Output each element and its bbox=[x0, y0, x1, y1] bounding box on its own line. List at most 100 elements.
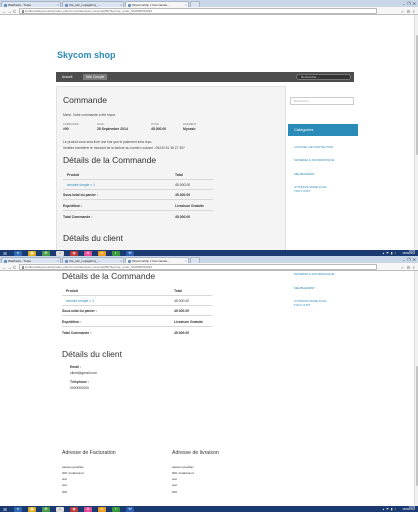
sidebar-item[interactable]: MATERIELS INFORMATIQUE bbox=[294, 158, 334, 162]
product-link[interactable]: armoire simple × 1 bbox=[67, 183, 95, 187]
col-product: Produit bbox=[66, 289, 78, 293]
app-icon[interactable]: ◉ bbox=[70, 250, 78, 256]
app-icon[interactable]: ⊛ bbox=[84, 250, 92, 256]
nav-item-mon-compte[interactable]: Mon Compte bbox=[83, 74, 108, 80]
clock[interactable]: 13:04 28/09/2014 bbox=[402, 506, 415, 512]
volume-icon[interactable]: ♪ bbox=[395, 507, 397, 511]
reload-icon[interactable]: C bbox=[13, 265, 16, 270]
browser-tabbar: WebFaza - Tutsa × Clé_sdc_mujagdtmy_... … bbox=[0, 0, 418, 7]
tray-arrow-icon[interactable]: ▴ bbox=[383, 507, 385, 511]
billing-line: sassan jonathan bbox=[62, 465, 84, 469]
taskbar: ⊞ e ▦ ⊞ ♪ ◉ ⊛ ⊙ ◐ W ▴ ⚑ ▮ ♪ 13:04 28/09/… bbox=[0, 506, 418, 512]
order-thanks: Merci. Votre commande a été reçue. bbox=[63, 113, 117, 117]
star-icon[interactable]: ☆ bbox=[400, 265, 404, 270]
tray-icons: ▴ ⚑ ▮ ♪ bbox=[383, 251, 396, 255]
phone-value: 0000000000 bbox=[70, 386, 89, 390]
url-text: localhost/skycomshop/index.php/commande/… bbox=[25, 9, 152, 14]
meta-value: 28 Septembre 2014 bbox=[97, 127, 128, 131]
chrome-icon[interactable]: ◐ bbox=[112, 506, 120, 512]
sidebar-item[interactable]: MEUBLEMENT bbox=[294, 172, 315, 176]
scrollbar[interactable] bbox=[414, 271, 418, 506]
app-icon[interactable]: ⊛ bbox=[84, 506, 92, 512]
nav-item-accueil[interactable]: Accueil bbox=[59, 74, 75, 80]
product-link[interactable]: armoire simple × 1 bbox=[66, 299, 94, 303]
extension-icon[interactable]: ⚙ bbox=[407, 265, 411, 270]
row-value: 45.000.00 bbox=[175, 193, 191, 197]
scrollbar[interactable] bbox=[414, 15, 418, 250]
divider bbox=[63, 179, 213, 180]
divider bbox=[62, 295, 212, 296]
sidebar-item[interactable]: UTITESTE MADE PLAN TOUT JUST bbox=[294, 185, 334, 193]
menu-icon[interactable]: ≡ bbox=[413, 265, 415, 270]
star-icon[interactable]: ☆ bbox=[400, 9, 404, 14]
ie-icon[interactable]: e bbox=[14, 506, 22, 512]
chrome-icon[interactable]: ◐ bbox=[112, 250, 120, 256]
firefox-icon[interactable]: ⊙ bbox=[98, 506, 106, 512]
shipping-heading: Adresse de livraison bbox=[172, 450, 219, 456]
start-icon[interactable]: ⊞ bbox=[2, 251, 8, 256]
battery-icon[interactable]: ▮ bbox=[391, 507, 393, 511]
maximize-icon[interactable]: ❐ bbox=[407, 1, 411, 6]
start-icon[interactable]: ⊞ bbox=[2, 507, 8, 512]
meta-label: DATE : bbox=[97, 123, 106, 126]
sidebar-search-input[interactable]: Recherche ... bbox=[290, 97, 354, 105]
divider bbox=[63, 210, 213, 211]
ie-icon[interactable]: e bbox=[14, 250, 22, 256]
word-icon[interactable]: W bbox=[126, 250, 134, 256]
app-icon[interactable]: ⊞ bbox=[42, 250, 50, 256]
col-total: Total bbox=[175, 173, 183, 177]
word-icon[interactable]: W bbox=[126, 506, 134, 512]
address-bar-area: ← → C localhost/skycomshop/index.php/com… bbox=[0, 263, 418, 271]
tray-arrow-icon[interactable]: ▴ bbox=[383, 251, 385, 255]
close-window-icon[interactable]: ✕ bbox=[413, 1, 416, 6]
folder-icon[interactable]: ▦ bbox=[28, 506, 36, 512]
volume-icon[interactable]: ♪ bbox=[395, 251, 397, 255]
media-icon[interactable]: ♪ bbox=[56, 506, 64, 512]
window-controls: – ❐ ✕ bbox=[403, 0, 416, 7]
back-icon[interactable]: ← bbox=[2, 9, 7, 14]
sidebar-item[interactable]: LOGICIEL DE PROTECTION bbox=[294, 145, 333, 149]
email-label: Email : bbox=[70, 365, 82, 369]
tray-icons: ▴ ⚑ ▮ ♪ bbox=[383, 507, 396, 511]
meta-value: 45.000.00 bbox=[151, 127, 167, 131]
reload-icon[interactable]: C bbox=[13, 9, 16, 14]
sidebar-item[interactable]: MATERIELS INFORMATIQUE bbox=[294, 272, 334, 276]
app-icon[interactable]: ◉ bbox=[70, 506, 78, 512]
row-value: Livraison Gratuite bbox=[175, 204, 205, 208]
battery-icon[interactable]: ▮ bbox=[391, 251, 393, 255]
forward-icon[interactable]: → bbox=[8, 9, 13, 14]
maximize-icon[interactable]: ❐ bbox=[407, 257, 411, 262]
media-icon[interactable]: ♪ bbox=[56, 250, 64, 256]
flag-icon[interactable]: ⚑ bbox=[386, 507, 389, 511]
firefox-icon[interactable]: ⊙ bbox=[98, 250, 106, 256]
row-label: Total Commande : bbox=[62, 331, 92, 335]
sidebar-item[interactable]: UTITESTE MADE PLAN TOUT JUST bbox=[294, 299, 334, 307]
forward-icon[interactable]: → bbox=[8, 265, 13, 270]
site-title[interactable]: Skycom shop bbox=[57, 50, 116, 60]
meta-value: Mycash bbox=[183, 127, 196, 131]
nav-search-input[interactable]: Rechercher ... bbox=[296, 74, 351, 80]
web-page: Skycom shop Accueil Mon Compte Recherche… bbox=[0, 15, 418, 250]
menu-icon[interactable]: ≡ bbox=[413, 9, 415, 14]
back-icon[interactable]: ← bbox=[2, 265, 7, 270]
browser-toolbar-icons: ☆ ⚙ ≡ bbox=[400, 9, 415, 14]
row-value: Livraison Gratuite bbox=[174, 320, 204, 324]
close-window-icon[interactable]: ✕ bbox=[413, 257, 416, 262]
app-icon[interactable]: ⊞ bbox=[42, 506, 50, 512]
screenshot-bottom: WebFaza - Tutsa × Clé_sdc_mujagdtmy_... … bbox=[0, 256, 418, 512]
folder-icon[interactable]: ▦ bbox=[28, 250, 36, 256]
client-heading: Détails du client bbox=[62, 349, 123, 359]
order-note: Veuillez transférer le montant de la fac… bbox=[63, 146, 185, 150]
client-heading: Détails du client bbox=[63, 233, 124, 243]
col-total: Total bbox=[174, 289, 182, 293]
minimize-icon[interactable]: – bbox=[403, 257, 405, 262]
divider bbox=[62, 326, 212, 327]
extension-icon[interactable]: ⚙ bbox=[407, 9, 411, 14]
clock[interactable]: 13:03 28/09/2014 bbox=[402, 250, 415, 256]
billing-line: test bbox=[62, 483, 67, 487]
sidebar-item[interactable]: MEUBLEMENT bbox=[294, 286, 315, 290]
url-field[interactable]: localhost/skycomshop/index.php/commande/… bbox=[19, 8, 377, 14]
flag-icon[interactable]: ⚑ bbox=[386, 251, 389, 255]
minimize-icon[interactable]: – bbox=[403, 1, 405, 6]
url-field[interactable]: localhost/skycomshop/index.php/commande/… bbox=[19, 264, 377, 270]
